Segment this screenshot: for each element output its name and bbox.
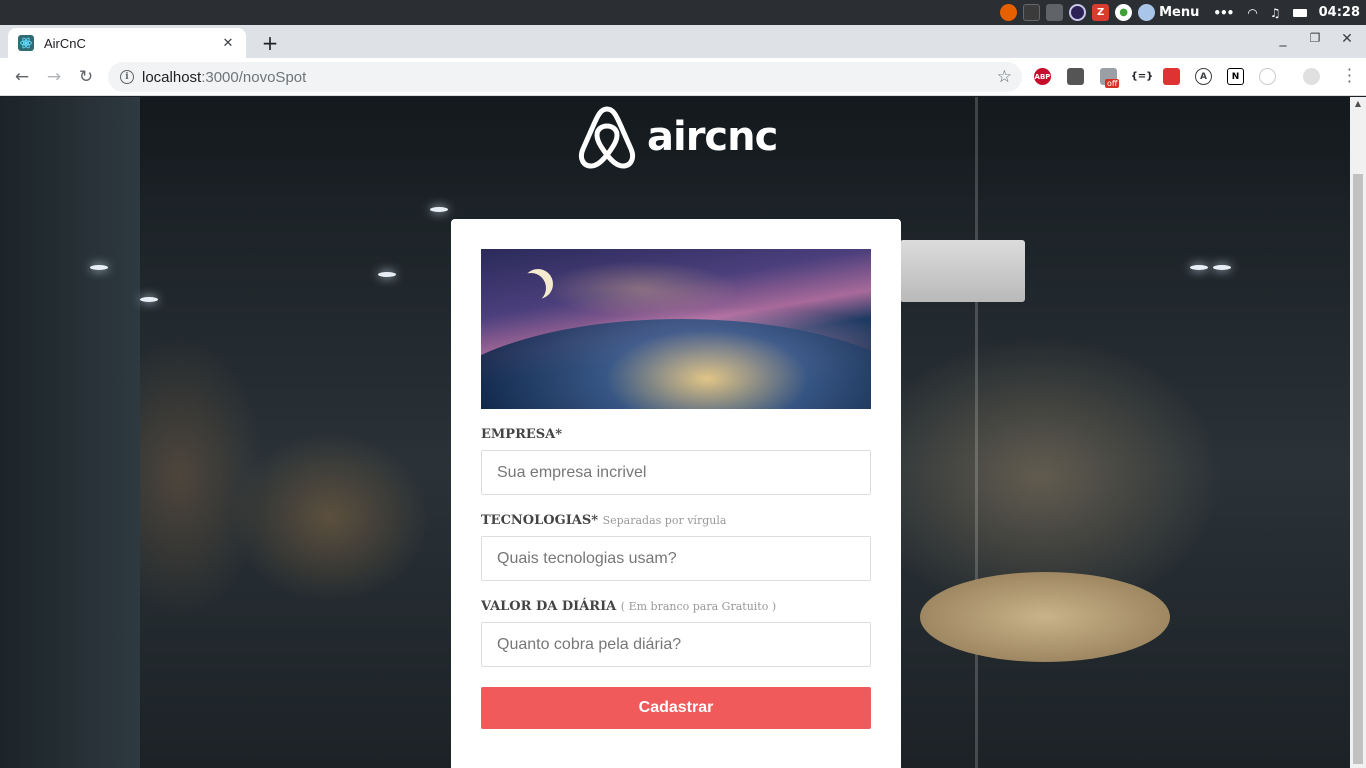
system-menu-button[interactable]: Menu (1138, 4, 1199, 21)
aircnc-logo: aircnc (577, 105, 778, 169)
spot-thumbnail-upload[interactable] (481, 249, 871, 409)
thumbnail-earth (481, 319, 871, 409)
new-spot-form: EMPRESA* TECNOLOGIAS* Separadas por vírg… (451, 219, 901, 768)
background-photo-ac-unit (900, 240, 1025, 302)
background-light (378, 272, 396, 277)
valor-input[interactable] (481, 622, 871, 667)
avatar-icon (1138, 4, 1156, 21)
forward-icon[interactable]: → (42, 65, 66, 89)
bookmark-star-icon[interactable]: ☆ (997, 67, 1012, 87)
tab-aircnc[interactable]: AirCnC ✕ (8, 28, 246, 58)
background-light (1213, 265, 1231, 270)
background-photo-glass (975, 97, 978, 768)
url-host: localhost (142, 68, 202, 86)
empresa-input[interactable] (481, 450, 871, 495)
firefox-icon[interactable] (1000, 4, 1018, 21)
address-bar[interactable]: i localhost:3000/novoSpot ☆ (108, 62, 1022, 92)
empresa-label: EMPRESA* (481, 427, 563, 442)
cadastrar-button[interactable]: Cadastrar (481, 687, 871, 729)
tab-close-icon[interactable]: ✕ (220, 36, 236, 51)
music-icon[interactable]: ♫ (1270, 6, 1281, 20)
close-window-icon[interactable]: ✕ (1337, 31, 1357, 47)
tecnologias-input[interactable] (481, 536, 871, 581)
system-top-bar: Z ● Menu ••• ◠ ♫ 04:28 (0, 0, 1366, 25)
extension-icon[interactable] (1259, 68, 1276, 85)
new-tab-button[interactable]: + (256, 29, 284, 57)
logo-text: aircnc (647, 114, 778, 160)
background-light (90, 265, 108, 270)
system-clock: 04:28 (1318, 5, 1360, 20)
restore-icon[interactable]: ❐ (1305, 31, 1325, 45)
browser-menu-icon[interactable]: · · · (1347, 62, 1352, 90)
reload-icon[interactable]: ↻ (74, 65, 98, 89)
wifi-icon[interactable]: ◠ (1247, 6, 1257, 20)
zeal-icon[interactable]: Z (1092, 4, 1110, 21)
background-light (430, 207, 448, 212)
tecnologias-label-text: TECNOLOGIAS* (481, 513, 599, 528)
minimize-icon[interactable]: _ (1273, 31, 1293, 47)
valor-hint: ( Em branco para Gratuito ) (620, 600, 777, 613)
extension-icon[interactable] (1067, 68, 1084, 85)
thumbnail-moon (523, 269, 553, 299)
mongodb-icon[interactable]: ● (1115, 4, 1133, 21)
extension-icon[interactable]: A (1195, 68, 1212, 85)
scroll-up-icon[interactable]: ▲ (1350, 97, 1366, 111)
url-path: :3000/novoSpot (201, 68, 307, 86)
tab-strip: AirCnC ✕ + _ ❐ ✕ (0, 25, 1366, 58)
browser-toolbar: ← → ↻ i localhost:3000/novoSpot ☆ ABP of… (0, 58, 1366, 96)
scrollbar-thumb[interactable] (1353, 174, 1363, 764)
eclipse-icon[interactable] (1069, 4, 1087, 21)
tecnologias-label: TECNOLOGIAS* Separadas por vírgula (481, 513, 871, 528)
valor-label-text: VALOR DA DIÁRIA (481, 599, 617, 614)
extension-icon[interactable] (1163, 68, 1180, 85)
profile-icon[interactable] (1303, 68, 1320, 85)
abp-icon[interactable]: ABP (1034, 68, 1051, 85)
back-icon[interactable]: ← (10, 65, 34, 89)
valor-label: VALOR DA DIÁRIA ( Em branco para Gratuit… (481, 599, 871, 614)
folder-icon[interactable] (1046, 4, 1064, 21)
json-viewer-icon[interactable]: {=} (1131, 68, 1154, 85)
system-tray: Z ● Menu ••• ◠ ♫ 04:28 (1000, 4, 1366, 21)
background-photo-table (920, 572, 1170, 662)
battery-icon[interactable] (1292, 8, 1307, 17)
terminal-icon[interactable] (1023, 4, 1041, 21)
page-scrollbar[interactable]: ▲ (1350, 97, 1366, 768)
react-favicon-icon (18, 35, 34, 51)
tecnologias-hint: Separadas por vírgula (602, 514, 727, 527)
notion-icon[interactable]: N (1227, 68, 1244, 85)
background-light (1190, 265, 1208, 270)
page-viewport: aircnc EMPRESA* TECNOLOGIAS* Separadas p… (0, 97, 1350, 768)
site-info-icon[interactable]: i (120, 70, 134, 84)
background-photo-wall (0, 97, 140, 768)
background-light (140, 297, 158, 302)
off-badge: off (1105, 79, 1120, 88)
tab-title: AirCnC (44, 35, 86, 51)
ellipsis-icon[interactable]: ••• (1213, 6, 1234, 20)
system-menu-label: Menu (1159, 5, 1200, 20)
airbnb-mark-icon (578, 106, 636, 169)
